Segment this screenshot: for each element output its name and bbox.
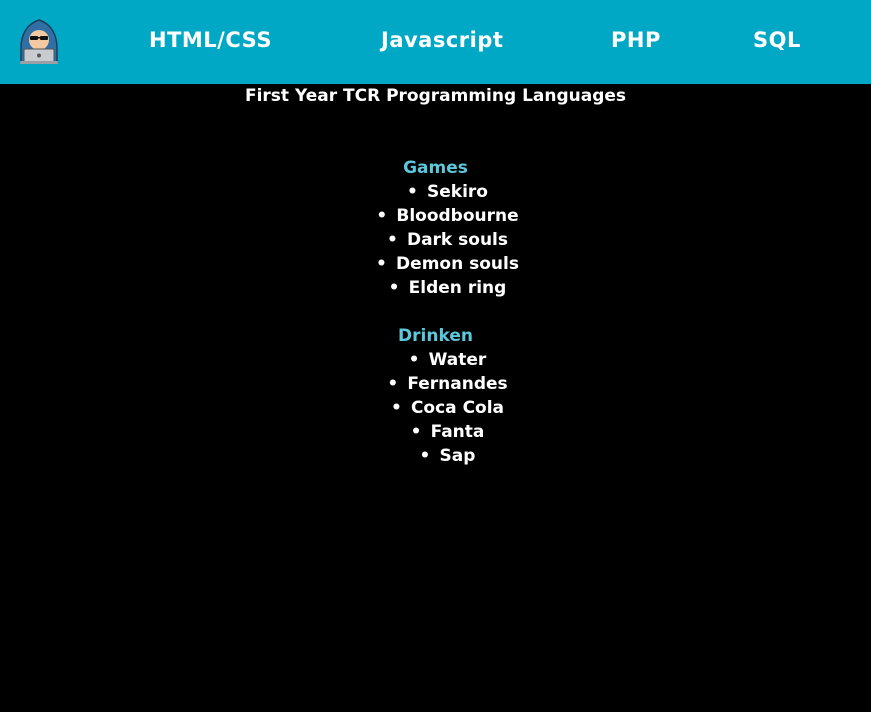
list-item: • Sap (419, 446, 476, 466)
bullet-icon: • (419, 446, 431, 466)
list-item: • Sekiro (407, 182, 488, 202)
list-item: • Fanta (410, 422, 485, 442)
bullet-icon: • (408, 350, 420, 370)
section-heading-drinken: Drinken (398, 326, 473, 346)
list-item: • Bloodbourne (376, 206, 519, 226)
list-item: • Elden ring (388, 278, 507, 298)
games-list: • Sekiro • Bloodbourne • Dark souls • Demon … (0, 180, 871, 300)
bullet-icon: • (388, 278, 400, 298)
hacker-logo-icon[interactable] (16, 18, 62, 66)
bullet-icon: • (386, 230, 398, 250)
page-title: First Year TCR Programming Languages (244, 86, 627, 106)
list-item: • Coca Cola (390, 398, 505, 418)
nav-link-html-css[interactable]: HTML/CSS (149, 28, 272, 52)
section-heading-games: Games (403, 158, 468, 178)
list-item: • Fernandes (387, 374, 508, 394)
bullet-icon: • (410, 422, 422, 442)
bullet-icon: • (387, 374, 399, 394)
navbar: HTML/CSS Javascript PHP SQL (0, 0, 871, 84)
bullet-icon: • (407, 182, 418, 202)
nav-link-php[interactable]: PHP (611, 28, 661, 52)
nav-link-javascript[interactable]: Javascript (381, 28, 503, 52)
nav-link-sql[interactable]: SQL (753, 28, 801, 52)
list-item: • Demon souls (376, 254, 519, 274)
bullet-icon: • (376, 206, 388, 226)
list-item: • Dark souls (386, 230, 509, 250)
drinken-list: • Water • Fernandes • Coca Cola • Fanta • Sap (0, 348, 871, 468)
bullet-icon: • (390, 398, 402, 418)
bullet-icon: • (376, 254, 387, 274)
list-item: • Water (408, 350, 487, 370)
